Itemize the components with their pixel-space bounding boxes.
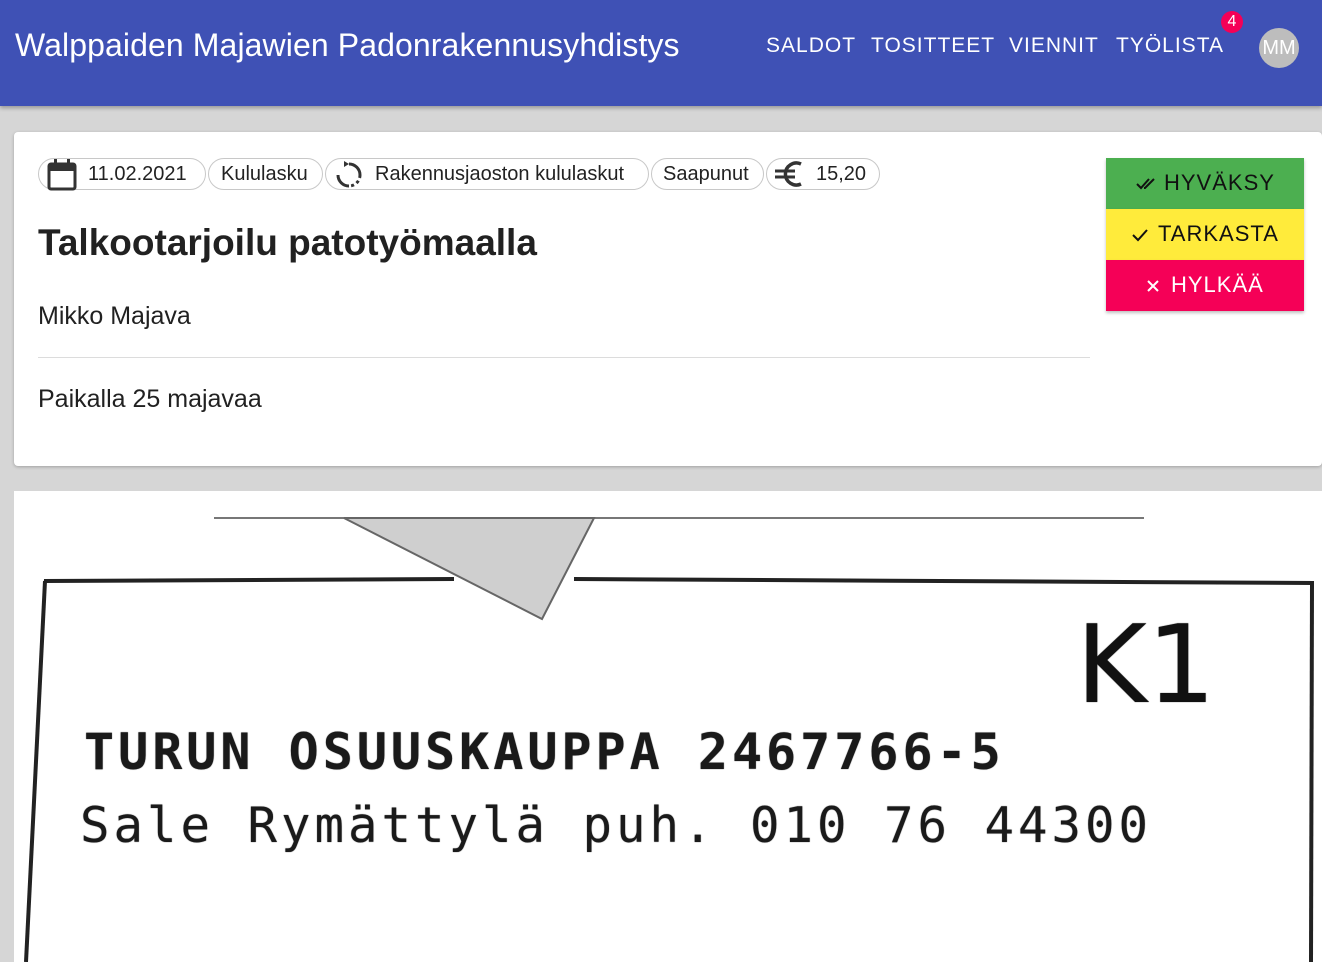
close-icon xyxy=(1147,280,1159,292)
handwritten-mark: K1 xyxy=(1076,603,1216,728)
type-chip: Kululasku xyxy=(208,158,323,190)
calendar-icon xyxy=(47,159,77,191)
app-title[interactable]: Walppaiden Majawien Padonrakennusyhdisty… xyxy=(15,27,680,64)
document-description: Paikalla 25 majavaa xyxy=(38,385,262,413)
nav-tyolista[interactable]: TYÖLISTA xyxy=(1116,34,1224,64)
app-bar: Walppaiden Majawien Padonrakennusyhdisty… xyxy=(0,0,1322,106)
receipt-image: K1 TURUN OSUUSKAUPPA 2467766-5 Sale Rymä… xyxy=(14,491,1322,962)
avatar[interactable]: MM xyxy=(1259,28,1299,68)
divider xyxy=(38,357,1090,358)
workflow-text: Rakennusjaoston kululaskut xyxy=(375,163,625,185)
nav-viennit[interactable]: VIENNIT xyxy=(1009,34,1099,64)
approve-button[interactable]: HYVÄKSY xyxy=(1106,158,1304,209)
check-icon xyxy=(1132,229,1148,242)
progress-rotate-icon xyxy=(336,161,362,188)
date-chip: 11.02.2021 xyxy=(38,158,206,191)
nav-tositteet[interactable]: TOSITTEET xyxy=(871,34,995,64)
document-title: Talkootarjoilu patotyömaalla xyxy=(38,222,537,263)
approve-label: HYVÄKSY xyxy=(1164,170,1275,195)
date-text: 11.02.2021 xyxy=(88,163,187,185)
amount-text: 15,20 xyxy=(816,163,867,185)
amount-chip: 15,20 xyxy=(766,158,880,190)
inspect-label: TARKASTA xyxy=(1158,221,1279,246)
type-text: Kululasku xyxy=(221,163,308,185)
reject-label: HYLKÄÄ xyxy=(1171,272,1264,297)
euro-icon xyxy=(775,161,802,187)
double-check-icon xyxy=(1136,178,1155,190)
document-author: Mikko Majava xyxy=(38,302,191,330)
receipt-line-1: TURUN OSUUSKAUPPA 2467766-5 xyxy=(84,723,1005,781)
inspect-button[interactable]: TARKASTA xyxy=(1106,209,1304,260)
workflow-chip: Rakennusjaoston kululaskut xyxy=(325,158,649,190)
status-chip: Saapunut xyxy=(651,158,764,190)
notification-badge: 4 xyxy=(1221,11,1243,33)
status-text: Saapunut xyxy=(663,163,749,185)
nav-saldot[interactable]: SALDOT xyxy=(766,34,856,64)
reject-button[interactable]: HYLKÄÄ xyxy=(1106,260,1304,311)
receipt-line-2: Sale Rymättylä puh. 010 76 44300 xyxy=(80,797,1153,854)
